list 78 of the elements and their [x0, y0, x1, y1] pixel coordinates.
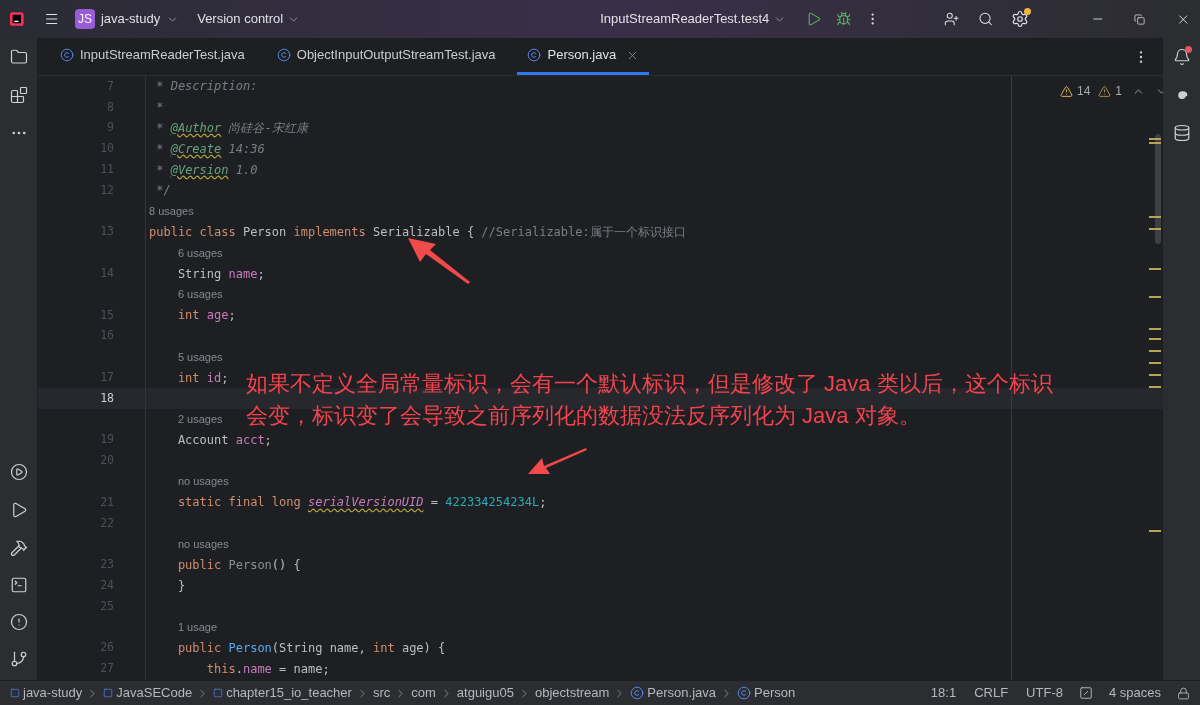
code-line: * Description: — [155, 78, 258, 96]
code-line: * @Create 14:36 — [155, 140, 265, 158]
notifications-icon[interactable] — [1172, 48, 1191, 66]
code-line: * — [155, 99, 164, 117]
warning-icon[interactable] — [1060, 84, 1073, 98]
class-icon — [60, 48, 74, 62]
project-badge: JS — [74, 9, 95, 29]
breadcrumb-item[interactable]: objectstream — [534, 683, 610, 703]
editor-tab[interactable]: ObjectInputOutputStreamTest.java — [266, 38, 506, 75]
hammer-icon[interactable] — [9, 539, 28, 557]
database-icon[interactable] — [1172, 124, 1191, 142]
app-logo-icon[interactable] — [10, 11, 24, 27]
code-line: String name; — [176, 265, 265, 283]
code-line: this.name = name; — [205, 660, 330, 678]
services-icon[interactable] — [9, 463, 28, 481]
editor-tab[interactable]: Person.java — [517, 38, 650, 75]
breadcrumb-item[interactable]: src — [372, 683, 391, 703]
annotation-text: 如果不定义全局常量标识，会有一个默认标识，但是修改了 Java 类以后，这个标识 会变，标识变了会导致之前序列化的数据没法反序列化为 Java 对象。 — [246, 370, 1053, 430]
class-icon — [630, 686, 645, 700]
restore-icon[interactable] — [1134, 12, 1146, 26]
breadcrumb-item[interactable]: chapter15_io_teacher — [226, 683, 352, 703]
terminal-icon[interactable] — [9, 576, 28, 594]
breadcrumb-item[interactable]: Person — [754, 683, 796, 703]
problems-icon[interactable] — [9, 613, 28, 631]
usages-hint[interactable]: no usages — [174, 473, 229, 490]
scrollbar-thumb[interactable] — [1155, 134, 1161, 244]
usages-hint[interactable]: no usages — [174, 535, 229, 553]
code-line: public Person() { — [176, 556, 301, 574]
line-separator[interactable]: CRLF — [974, 683, 1009, 703]
add-user-icon[interactable] — [944, 10, 960, 28]
usages-hint[interactable]: 8 usages — [146, 202, 194, 220]
code-line: int age; — [176, 307, 236, 325]
usages-hint[interactable]: 6 usages — [174, 286, 223, 303]
code-line: */ — [155, 182, 171, 200]
usages-hint[interactable]: 6 usages — [174, 244, 223, 261]
module-icon — [213, 688, 224, 698]
code-line: static final long serialVersionUID = 422334254234L; — [176, 494, 547, 512]
code-line: public Person(String name, int age) { — [176, 639, 446, 657]
editor-tab[interactable]: InputStreamReaderTest.java — [50, 38, 255, 75]
usages-hint[interactable]: 2 usages — [174, 410, 223, 428]
code-line: * @Version 1.0 — [155, 161, 258, 179]
code-line: public class Person implements Serializable { //Serializable:属于一个标识接口 — [148, 223, 686, 241]
module-icon — [10, 688, 20, 698]
weak-warning-count[interactable]: 1 — [1115, 82, 1123, 100]
breadcrumb-item[interactable]: Person.java — [647, 683, 716, 703]
class-icon — [276, 48, 291, 62]
code-line: Account acct; — [176, 431, 272, 449]
annotation-arrow — [406, 236, 472, 286]
run-config-selector[interactable]: InputStreamReaderTest.test4 — [600, 9, 770, 29]
usages-hint[interactable]: 5 usages — [174, 348, 223, 365]
folder-icon[interactable] — [9, 48, 28, 66]
git-branch-icon[interactable] — [9, 650, 28, 668]
breadcrumb-item[interactable]: JavaSECode — [116, 683, 193, 703]
warning-count[interactable]: 14 — [1077, 82, 1091, 100]
search-icon[interactable] — [977, 10, 993, 28]
code-line: int id; — [176, 369, 229, 387]
code-line: * @Author 尚硅谷-宋红康 — [155, 120, 308, 137]
usages-hint[interactable]: 1 usage — [174, 618, 218, 636]
indent-setting[interactable]: 4 spaces — [1108, 683, 1161, 703]
structure-icon[interactable] — [9, 86, 28, 104]
breadcrumb-item[interactable]: java-study — [23, 683, 83, 703]
file-encoding[interactable]: UTF-8 — [1026, 683, 1063, 703]
caret-position[interactable]: 18:1 — [930, 683, 957, 703]
code-line: } — [176, 577, 186, 595]
breadcrumb-item[interactable]: atguigu05 — [456, 683, 514, 703]
vcs-menu[interactable]: Version control — [197, 9, 284, 29]
settings-icon[interactable] — [1010, 10, 1029, 28]
class-icon — [527, 48, 542, 62]
module-icon — [103, 688, 114, 698]
bug-icon[interactable] — [835, 10, 851, 28]
class-icon — [737, 686, 751, 700]
run-icon[interactable] — [806, 10, 822, 28]
line-number: 18 — [99, 389, 114, 407]
project-name[interactable]: java-study — [100, 9, 161, 29]
annotation-arrow — [526, 446, 588, 476]
breadcrumb-item[interactable]: com — [411, 683, 436, 703]
lock-icon[interactable] — [1177, 686, 1190, 700]
weak-warning-icon[interactable] — [1098, 84, 1112, 98]
